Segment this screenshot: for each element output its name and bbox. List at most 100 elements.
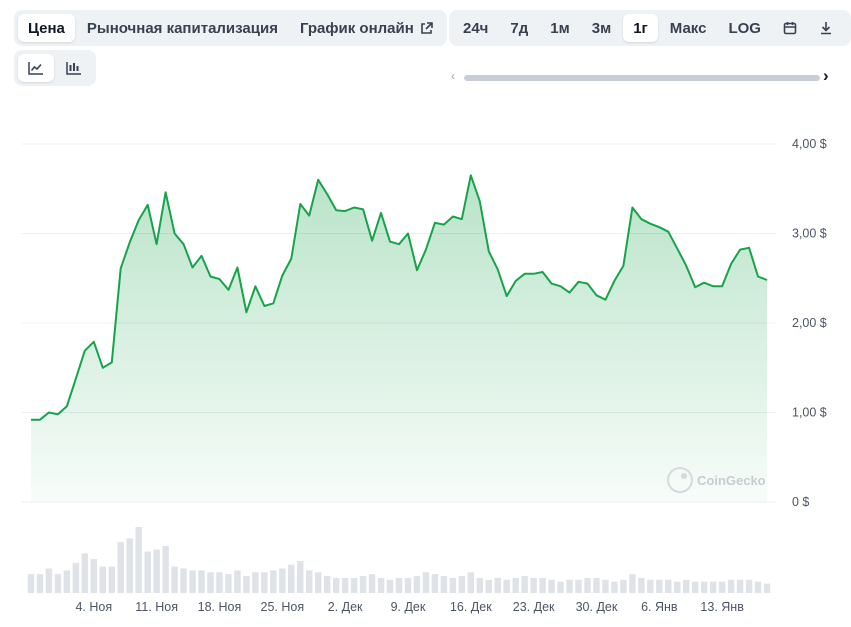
volume-bar	[135, 527, 142, 593]
x-tick-label: 9. Дек	[391, 600, 426, 614]
volume-bar	[350, 577, 358, 593]
volume-bar	[323, 576, 331, 593]
download-button[interactable]	[809, 14, 843, 42]
volume-bar	[81, 553, 89, 593]
volume-bar	[476, 577, 484, 593]
volume-bar	[234, 570, 241, 593]
volume-bar	[207, 572, 214, 593]
x-tick-label: 25. Ноя	[261, 600, 305, 614]
volume-bar	[763, 583, 771, 593]
volume-bar	[270, 570, 277, 593]
volume-bar	[449, 577, 457, 593]
scroll-left-arrow[interactable]: ‹	[451, 69, 455, 83]
volume-bar	[754, 581, 762, 593]
volume-bar	[216, 572, 223, 593]
x-tick-label: 30. Дек	[576, 600, 618, 614]
volume-bar	[72, 562, 80, 593]
external-link-icon	[420, 21, 433, 34]
range-1m-button[interactable]: 1м	[540, 14, 579, 42]
volume-bar	[54, 574, 62, 593]
volume-bar	[189, 570, 196, 593]
volume-bar	[395, 577, 403, 593]
tab-price[interactable]: Цена	[18, 14, 75, 42]
log-scale-button[interactable]: LOG	[718, 14, 771, 42]
tab-live-chart[interactable]: График онлайн	[290, 14, 443, 42]
scroll-thumb[interactable]	[464, 75, 820, 81]
volume-bar	[252, 572, 259, 593]
volume-bar	[718, 581, 726, 593]
x-tick-label: 13. Янв	[700, 600, 744, 614]
volume-bar	[413, 576, 421, 593]
volume-bar	[593, 577, 600, 593]
volume-bar	[539, 577, 546, 593]
volume-bar	[341, 577, 349, 593]
volume-bar	[422, 572, 430, 593]
volume-bar	[198, 570, 205, 593]
x-tick-label: 11. Ноя	[135, 600, 178, 614]
candlestick-chart-icon	[66, 62, 81, 75]
price-chart: 0 $ 1,00 $ 2,00 $ 3,00 $ 4,00 $ 4. Ноя 11. Но…	[22, 137, 827, 614]
volume-bar	[171, 566, 178, 593]
x-tick-label: 2. Дек	[328, 600, 363, 614]
x-tick-label: 18. Ноя	[198, 600, 242, 614]
x-axis-labels: 4. Ноя 11. Ноя 18. Ноя 25. Ноя 2. Дек 9. Дек 1…	[75, 600, 744, 614]
volume-bar	[306, 570, 313, 593]
volume-bar	[691, 581, 699, 593]
scroll-right-arrow[interactable]: ›	[823, 66, 829, 86]
volume-bar	[117, 542, 124, 593]
volume-bar	[683, 579, 690, 593]
volume-bar	[629, 574, 636, 593]
volume-bar	[332, 577, 340, 593]
range-scrollbar[interactable]: ‹ ›	[449, 66, 844, 88]
range-1y-button[interactable]: 1г	[623, 14, 658, 42]
volume-bar	[521, 576, 528, 593]
volume-bar	[368, 574, 376, 593]
volume-bar	[297, 560, 304, 593]
range-max-button[interactable]: Макс	[660, 14, 717, 42]
calendar-button[interactable]	[773, 14, 807, 42]
download-icon	[820, 22, 831, 35]
volume-bar	[225, 574, 232, 593]
volume-bar	[736, 579, 744, 593]
volume-bar	[656, 579, 663, 593]
volume-bar	[126, 538, 133, 593]
volume-bar	[27, 574, 35, 593]
volume-bar	[548, 579, 555, 593]
y-axis-labels: 0 $ 1,00 $ 2,00 $ 3,00 $ 4,00 $	[792, 137, 827, 509]
volume-bar	[709, 581, 717, 593]
volume-bar	[665, 579, 672, 593]
volume-bar	[261, 572, 268, 593]
x-tick-label: 16. Дек	[450, 600, 492, 614]
volume-bar	[288, 564, 295, 593]
volume-bar	[584, 577, 591, 593]
volume-bar	[620, 579, 627, 593]
volume-bar	[494, 577, 501, 593]
y-tick-label: 1,00 $	[792, 406, 827, 420]
candlestick-chart-button[interactable]	[56, 54, 92, 82]
volume-bar	[503, 579, 510, 593]
range-3m-button[interactable]: 3м	[582, 14, 621, 42]
range-7d-button[interactable]: 7д	[500, 14, 538, 42]
volume-bar	[530, 577, 537, 593]
line-chart-button[interactable]	[18, 54, 54, 82]
volume-bar	[90, 559, 98, 593]
tab-market-cap[interactable]: Рыночная капитализация	[77, 14, 288, 42]
volume-bar	[431, 574, 439, 593]
volume-bar	[153, 549, 160, 593]
volume-bar	[243, 576, 250, 593]
line-chart-icon	[28, 62, 43, 75]
volume-bar	[144, 551, 151, 593]
x-tick-label: 23. Дек	[513, 600, 555, 614]
y-tick-label: 2,00 $	[792, 316, 827, 330]
range-selector: 24ч 7д 1м 3м 1г Макс LOG	[449, 10, 851, 46]
volume-bar	[45, 568, 53, 593]
chart-tabs: Цена Рыночная капитализация График онлай…	[14, 10, 447, 46]
range-24h-button[interactable]: 24ч	[453, 14, 498, 42]
volume-bar	[386, 579, 394, 593]
volume-bar	[602, 579, 609, 593]
volume-bar	[314, 572, 322, 593]
volume-bar	[745, 579, 753, 593]
volume-bar	[575, 579, 582, 593]
x-tick-label: 4. Ноя	[75, 600, 112, 614]
volume-bar	[63, 570, 71, 593]
